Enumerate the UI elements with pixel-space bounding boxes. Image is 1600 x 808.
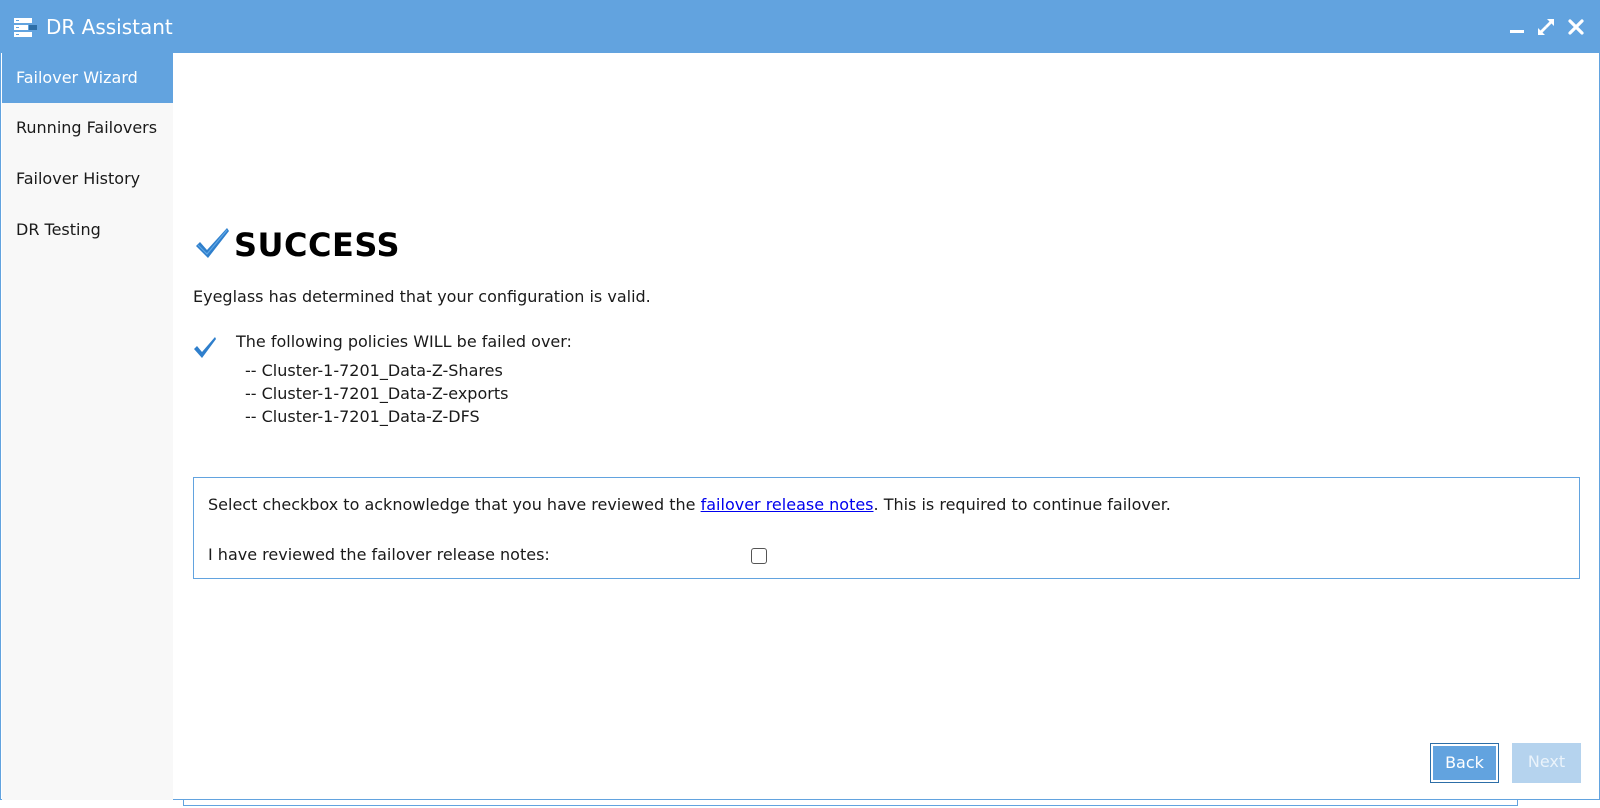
success-checkmark-icon [194, 227, 230, 261]
acknowledge-instructions: Select checkbox to acknowledge that you … [208, 495, 1171, 514]
sidebar-nav: Failover Wizard Running Failovers Failov… [2, 53, 173, 800]
sidebar-item-failover-history[interactable]: Failover History [2, 154, 173, 204]
sidebar-item-label: Failover History [16, 169, 141, 188]
maximize-icon[interactable] [1536, 17, 1556, 37]
acknowledge-panel: Select checkbox to acknowledge that you … [193, 477, 1580, 579]
dr-assistant-window: DR Assistant Failover Wizard Running Fai… [0, 0, 1600, 800]
acknowledge-text-before: Select checkbox to acknowledge that you … [208, 495, 701, 514]
list-item: -- Cluster-1-7201_Data-Z-DFS [245, 407, 480, 426]
status-title: SUCCESS [234, 226, 401, 264]
status-message: Eyeglass has determined that your config… [193, 287, 651, 306]
sidebar-item-label: Running Failovers [16, 118, 158, 137]
window-title: DR Assistant [46, 15, 173, 39]
server-list-icon [14, 18, 37, 38]
sidebar-item-dr-testing[interactable]: DR Testing [2, 205, 173, 255]
release-notes-link[interactable]: failover release notes [701, 495, 874, 514]
acknowledge-checkbox-label: I have reviewed the failover release not… [208, 545, 550, 564]
sidebar-item-label: Failover Wizard [16, 68, 138, 87]
list-item: -- Cluster-1-7201_Data-Z-Shares [245, 361, 503, 380]
list-item: -- Cluster-1-7201_Data-Z-exports [245, 384, 509, 403]
sidebar-item-label: DR Testing [16, 220, 101, 239]
acknowledge-text-after: . This is required to continue failover. [873, 495, 1171, 514]
background-window-edge [183, 800, 1518, 806]
title-bar: DR Assistant [1, 1, 1600, 53]
sidebar-item-running-failovers[interactable]: Running Failovers [2, 103, 173, 153]
minimize-icon[interactable] [1507, 17, 1527, 37]
policy-checkmark-icon [193, 336, 217, 360]
next-button[interactable]: Next [1512, 743, 1581, 783]
sidebar-item-failover-wizard[interactable]: Failover Wizard [2, 53, 173, 103]
acknowledge-checkbox[interactable] [751, 548, 767, 564]
policy-list: -- Cluster-1-7201_Data-Z-Shares -- Clust… [245, 359, 508, 428]
policies-heading: The following policies WILL be failed ov… [236, 332, 572, 351]
close-icon[interactable] [1566, 17, 1586, 37]
back-button[interactable]: Back [1430, 743, 1499, 783]
